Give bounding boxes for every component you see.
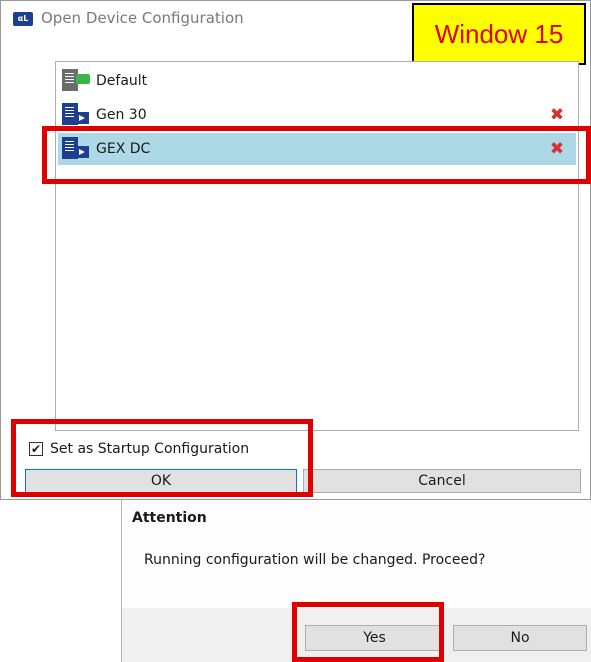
startup-checkbox[interactable]: ✔ [29, 442, 43, 456]
config-default-icon [62, 69, 90, 93]
list-item-label: Gen 30 [96, 107, 147, 123]
delete-icon[interactable]: ✖ [548, 107, 566, 124]
no-button[interactable]: No [453, 625, 587, 651]
cancel-button[interactable]: Cancel [303, 469, 581, 493]
list-item-label: Default [96, 73, 148, 89]
list-item-gen-30[interactable]: Gen 30 ✖ [58, 99, 576, 131]
attention-title: Attention [132, 510, 207, 526]
attention-message: Running configuration will be changed. P… [144, 552, 486, 568]
attention-dialog: Attention Running configuration will be … [121, 500, 591, 662]
yes-button[interactable]: Yes [305, 625, 444, 651]
window-title: Open Device Configuration [41, 9, 244, 27]
list-item-default[interactable]: Default [58, 65, 576, 97]
attention-footer: Yes No [122, 608, 591, 662]
config-file-icon [62, 103, 90, 127]
startup-checkbox-label: Set as Startup Configuration [50, 441, 250, 457]
startup-configuration-row[interactable]: ✔ Set as Startup Configuration [29, 441, 249, 457]
ok-button[interactable]: OK [25, 469, 297, 493]
open-device-configuration-dialog: αL Open Device Configuration Window 15 D… [0, 0, 591, 500]
list-item-gex-dc[interactable]: GEX DC ✖ [58, 133, 576, 165]
config-file-icon [62, 137, 90, 161]
list-item-label: GEX DC [96, 141, 151, 157]
configuration-list[interactable]: Default Gen 30 ✖ GEX DC ✖ [55, 61, 579, 431]
window-annotation-label: Window 15 [412, 3, 586, 65]
delete-icon[interactable]: ✖ [548, 141, 566, 158]
app-logo-icon: αL [13, 12, 33, 26]
